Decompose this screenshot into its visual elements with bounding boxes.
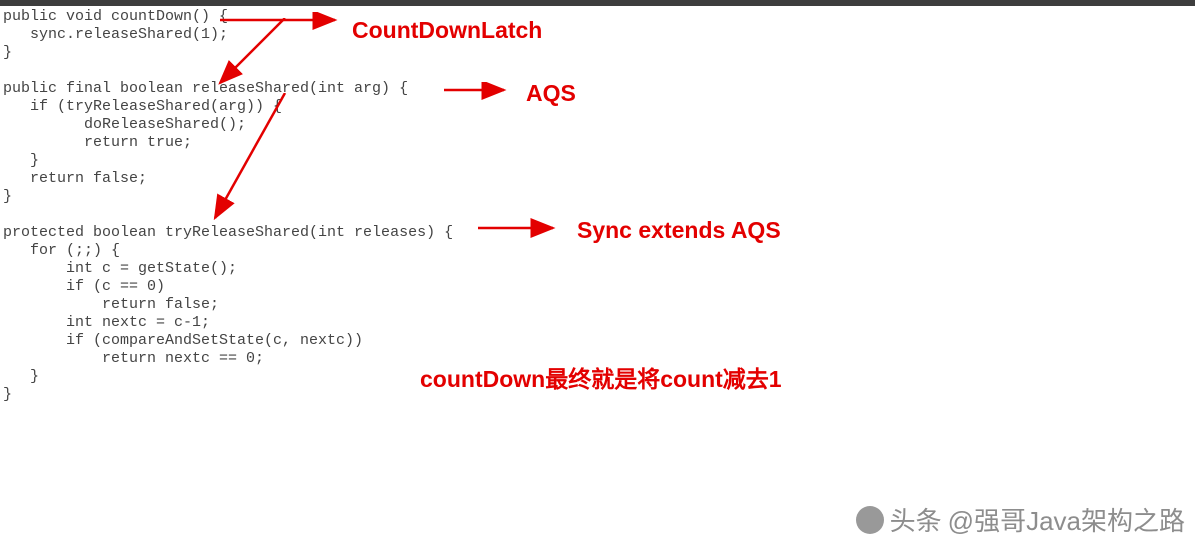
watermark-icon	[856, 506, 884, 534]
arrow-to-aqs	[444, 82, 519, 102]
watermark: 头条 @强哥Java架构之路	[856, 501, 1185, 538]
annotation-countdownlatch: CountDownLatch	[352, 17, 542, 44]
code-block: public void countDown() { sync.releaseSh…	[3, 8, 453, 404]
watermark-prefix: 头条	[890, 501, 942, 538]
editor-top-bar	[0, 0, 1195, 6]
watermark-handle: @强哥Java架构之路	[948, 501, 1185, 538]
annotation-aqs: AQS	[526, 80, 576, 107]
annotation-sync-extends: Sync extends AQS	[577, 217, 781, 244]
annotation-comment: countDown最终就是将count减去1	[420, 360, 782, 394]
arrow-to-sync	[478, 218, 568, 240]
